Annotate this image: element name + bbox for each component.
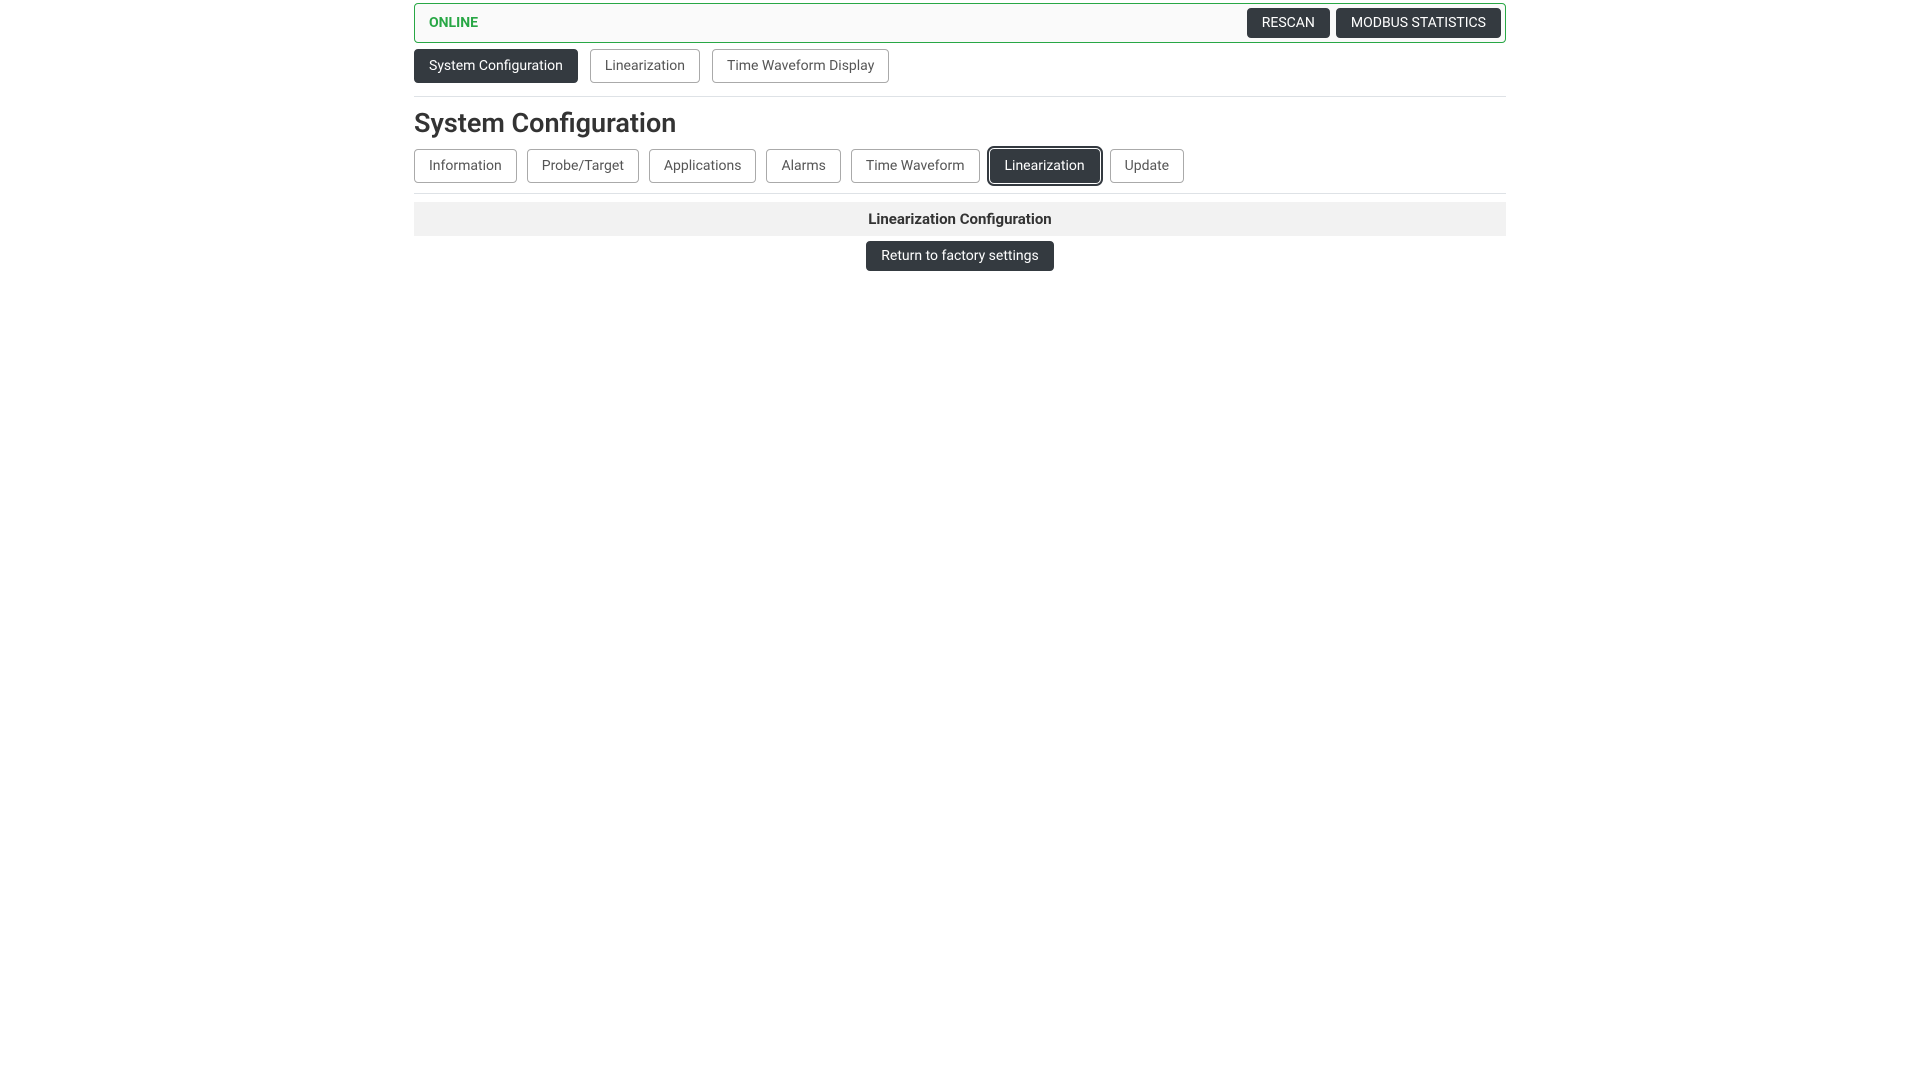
subtab-probe-target[interactable]: Probe/Target <box>527 149 639 183</box>
subtab-information[interactable]: Information <box>414 149 517 183</box>
tab-system-configuration[interactable]: System Configuration <box>414 49 578 83</box>
subtab-applications[interactable]: Applications <box>649 149 757 183</box>
tab-time-waveform-display[interactable]: Time Waveform Display <box>712 49 889 83</box>
subtab-alarms[interactable]: Alarms <box>766 149 840 183</box>
sub-tabs: Information Probe/Target Applications Al… <box>414 149 1506 194</box>
main-tabs: System Configuration Linearization Time … <box>414 49 1506 97</box>
section-header: Linearization Configuration <box>414 202 1506 236</box>
status-text: ONLINE <box>429 15 478 31</box>
page-title: System Configuration <box>414 107 1506 139</box>
rescan-button[interactable]: RESCAN <box>1247 8 1330 38</box>
center-button-wrap: Return to factory settings <box>414 241 1506 271</box>
subtab-time-waveform[interactable]: Time Waveform <box>851 149 980 183</box>
status-bar: ONLINE RESCAN MODBUS STATISTICS <box>414 3 1506 43</box>
status-buttons: RESCAN MODBUS STATISTICS <box>1247 8 1501 38</box>
return-factory-settings-button[interactable]: Return to factory settings <box>866 241 1053 271</box>
subtab-update[interactable]: Update <box>1110 149 1184 183</box>
tab-linearization[interactable]: Linearization <box>590 49 700 83</box>
modbus-statistics-button[interactable]: MODBUS STATISTICS <box>1336 8 1501 38</box>
subtab-linearization[interactable]: Linearization <box>990 149 1100 183</box>
